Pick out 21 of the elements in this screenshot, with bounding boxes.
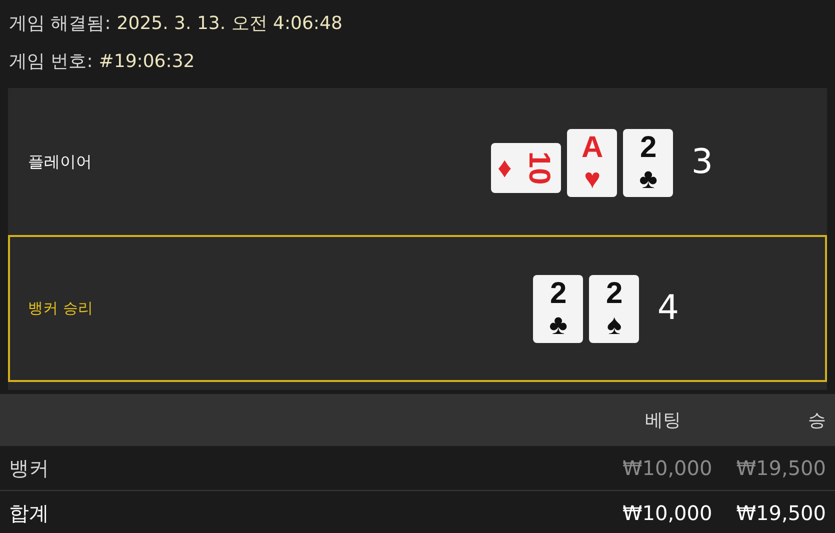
table-cell-text: ₩10,000 [622,500,712,526]
column-header: 승 [807,408,827,432]
hand-label: 플레이어 [28,150,92,172]
playing-card: 10 ♦ [491,142,562,192]
table-cell-text: ₩19,500 [736,455,827,482]
column-header: 베팅 [644,408,682,432]
playing-card: 2 ♣ [623,128,674,196]
playing-card: 2 ♣ [533,274,584,342]
info-label: 게임 번호: [9,50,93,74]
playing-card: 2 ♠ [589,274,640,342]
table-cell-text: 합계 [8,500,49,526]
info-value: #19:06:32 [98,50,195,74]
table-cell-text: ₩19,500 [736,500,827,526]
table-cell-text: 뱅커 [8,455,49,482]
playing-card: A ♥ [567,128,618,196]
info-value: 2025. 3. 13. 오전 4:06:48 [116,12,342,36]
hand-total: 4 [657,287,679,330]
hand-total: 3 [691,141,713,184]
hand-label: 뱅커 승리 [28,298,93,320]
info-label: 게임 해결됨: [9,12,111,36]
table-cell-text: ₩10,000 [622,455,712,482]
